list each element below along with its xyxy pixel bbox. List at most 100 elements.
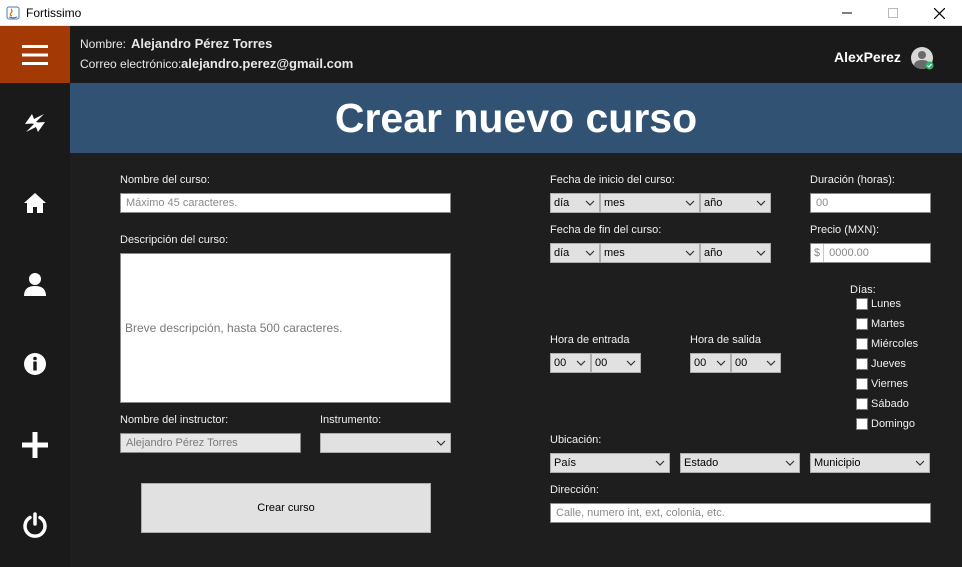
chevron-down-icon — [436, 440, 446, 446]
start-day-value: día — [554, 197, 570, 209]
course-name-input[interactable]: Máximo 45 caracteres. — [120, 193, 451, 213]
instrument-label: Instrumento: — [320, 414, 382, 426]
checkbox[interactable] — [856, 418, 868, 430]
email-label: Correo electrónico: — [80, 57, 182, 71]
entry-time-label: Hora de entrada — [550, 334, 630, 346]
close-button[interactable] — [916, 0, 962, 26]
state-select[interactable]: Estado — [680, 453, 800, 473]
info-icon — [24, 353, 46, 375]
day-checkbox-domingo[interactable]: Domingo — [856, 417, 915, 431]
municipality-select[interactable]: Municipio — [810, 453, 930, 473]
page-title: Crear nuevo curso — [334, 94, 698, 141]
day-label: Sábado — [871, 398, 909, 410]
maximize-icon — [888, 8, 898, 18]
checkbox[interactable] — [856, 298, 868, 310]
minimize-button[interactable] — [824, 0, 870, 26]
window-title: Fortissimo — [26, 6, 82, 20]
entry-hour-value: 00 — [554, 357, 567, 369]
day-checkbox-martes[interactable]: Martes — [856, 317, 905, 331]
days-label: Días: — [850, 284, 876, 296]
day-checkbox-sabado[interactable]: Sábado — [856, 397, 909, 411]
start-year-select[interactable]: año — [700, 193, 771, 213]
day-checkbox-miercoles[interactable]: Miércoles — [856, 337, 918, 351]
currency-symbol: $ — [811, 244, 825, 262]
day-label: Domingo — [871, 418, 916, 430]
java-app-icon — [6, 6, 20, 20]
start-day-select[interactable]: día — [550, 193, 600, 213]
end-day-select[interactable]: día — [550, 243, 600, 263]
day-label: Jueves — [871, 358, 906, 370]
chevron-down-icon — [576, 360, 586, 366]
exit-time-label: Hora de salida — [690, 334, 761, 346]
location-label: Ubicación: — [550, 434, 602, 446]
maximize-button[interactable] — [870, 0, 916, 26]
menu-icon — [22, 44, 48, 65]
course-name-label: Nombre del curso: — [120, 174, 210, 186]
name-value: Alejandro Pérez Torres — [131, 36, 273, 51]
day-label: Martes — [871, 318, 905, 330]
country-select[interactable]: País — [550, 453, 670, 473]
user-icon — [24, 273, 46, 296]
chevron-down-icon — [766, 360, 776, 366]
menu-button[interactable] — [0, 26, 70, 83]
start-year-value: año — [704, 197, 723, 209]
sidebar-item-info[interactable] — [0, 339, 70, 389]
exit-hour-value: 00 — [694, 357, 707, 369]
start-month-value: mes — [604, 197, 625, 209]
sidebar-item-switch[interactable] — [0, 98, 70, 148]
day-label: Lunes — [871, 298, 901, 310]
sidebar-item-add[interactable] — [0, 420, 70, 470]
chevron-down-icon — [685, 200, 695, 206]
day-label: Miércoles — [871, 338, 919, 350]
chevron-down-icon — [626, 360, 636, 366]
municipality-value: Municipio — [814, 457, 861, 469]
create-course-button[interactable]: Crear curso — [141, 483, 431, 533]
duration-label: Duración (horas): — [810, 174, 895, 186]
chevron-down-icon — [655, 460, 665, 466]
price-input[interactable]: $ 0000.00 — [810, 243, 931, 263]
sidebar-item-logout[interactable] — [0, 500, 70, 550]
day-checkbox-viernes[interactable]: Viernes — [856, 377, 908, 391]
day-label: Viernes — [871, 378, 909, 390]
checkbox[interactable] — [856, 318, 868, 330]
checkbox[interactable] — [856, 338, 868, 350]
day-checkbox-lunes[interactable]: Lunes — [856, 297, 901, 311]
instrument-select[interactable] — [320, 433, 451, 453]
name-label: Nombre: — [80, 37, 127, 51]
chevron-down-icon — [756, 200, 766, 206]
chevron-down-icon — [685, 250, 695, 256]
sidebar-item-home[interactable] — [0, 178, 70, 228]
entry-minute-value: 00 — [595, 357, 608, 369]
chevron-down-icon — [585, 250, 595, 256]
entry-hour-select[interactable]: 00 — [550, 353, 591, 373]
checkbox[interactable] — [856, 398, 868, 410]
end-year-select[interactable]: año — [700, 243, 771, 263]
home-icon — [24, 193, 46, 213]
end-month-select[interactable]: mes — [600, 243, 700, 263]
day-checkbox-jueves[interactable]: Jueves — [856, 357, 906, 371]
chevron-down-icon — [756, 250, 766, 256]
price-placeholder: 0000.00 — [829, 247, 869, 259]
checkbox[interactable] — [856, 358, 868, 370]
country-value: País — [554, 457, 577, 469]
address-input[interactable]: Calle, numero int, ext, colonia, etc. — [550, 503, 931, 523]
duration-input[interactable]: 00 — [810, 193, 931, 213]
swap-icon — [25, 114, 45, 132]
checkbox[interactable] — [856, 378, 868, 390]
start-month-select[interactable]: mes — [600, 193, 700, 213]
description-textarea[interactable]: Breve descripción, hasta 500 caracteres. — [120, 253, 451, 403]
description-placeholder: Breve descripción, hasta 500 caracteres. — [125, 321, 343, 335]
title-bar: Fortissimo — [0, 0, 962, 26]
price-label: Precio (MXN): — [810, 224, 880, 236]
close-icon — [933, 7, 945, 19]
sidebar — [0, 26, 70, 567]
end-year-value: año — [704, 247, 723, 259]
exit-hour-select[interactable]: 00 — [690, 353, 731, 373]
entry-minute-select[interactable]: 00 — [591, 353, 641, 373]
instructor-field: Alejandro Pérez Torres — [120, 433, 301, 453]
sidebar-item-profile[interactable] — [0, 259, 70, 309]
exit-minute-select[interactable]: 00 — [731, 353, 781, 373]
chevron-down-icon — [585, 200, 595, 206]
plus-icon — [22, 432, 48, 458]
avatar[interactable] — [910, 46, 934, 70]
